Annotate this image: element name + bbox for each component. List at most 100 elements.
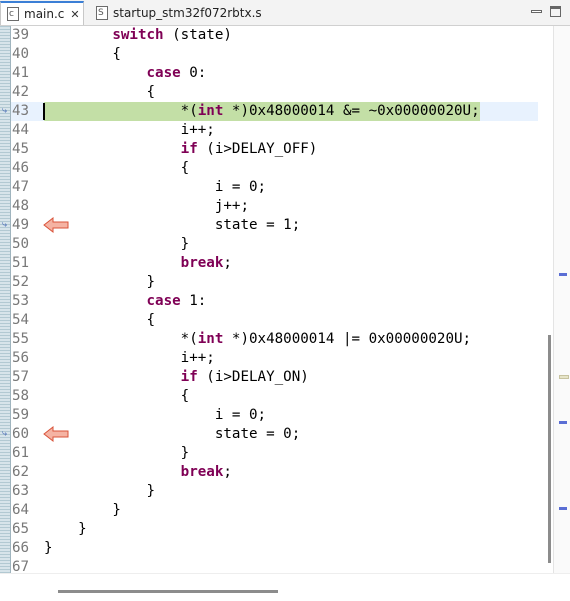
assembly-file-icon: S bbox=[96, 6, 108, 20]
code-text: } bbox=[44, 274, 156, 290]
code-text: state = 1; bbox=[44, 217, 301, 233]
code-line[interactable]: 50 } bbox=[11, 235, 538, 254]
code-line[interactable]: 61 } bbox=[11, 444, 538, 463]
code-line[interactable]: 54 { bbox=[11, 311, 538, 330]
code-text: i++; bbox=[44, 122, 215, 138]
line-number: 59 bbox=[12, 407, 30, 423]
code-text: { bbox=[44, 84, 156, 100]
line-number: 54 bbox=[12, 312, 30, 328]
code-line[interactable]: 55 *(int *)0x48000014 |= 0x00000020U; bbox=[11, 330, 538, 349]
line-number: 61 bbox=[12, 445, 30, 461]
code-line[interactable]: 65 } bbox=[11, 520, 538, 539]
line-number: 60 bbox=[12, 426, 30, 442]
code-text: break; bbox=[180, 255, 232, 271]
line-number: 47 bbox=[12, 179, 30, 195]
annotation-ruler[interactable]: ⤷ ⤷ ⤷ bbox=[0, 26, 11, 573]
line-number: 48 bbox=[12, 198, 30, 214]
line-number: 49 bbox=[12, 217, 30, 233]
code-text: { bbox=[44, 388, 190, 404]
code-line[interactable]: 52 } bbox=[11, 273, 538, 292]
code-line[interactable]: 66} bbox=[11, 539, 538, 558]
code-text: case 1: bbox=[146, 293, 207, 309]
code-text: } bbox=[44, 445, 190, 461]
code-line[interactable]: 60 state = 0; bbox=[11, 425, 538, 444]
code-text: i = 0; bbox=[44, 179, 267, 195]
code-line[interactable]: 43 *(int *)0x48000014 &= ~0x00000020U; bbox=[11, 102, 538, 121]
breakpoint-arrow-icon[interactable] bbox=[43, 217, 69, 233]
current-line-marker-icon[interactable]: ⤷ bbox=[2, 107, 9, 116]
horizontal-scrollbar[interactable] bbox=[0, 573, 570, 601]
editor-tab-bar: c main.c ✕ S startup_stm32f072rbtx.s bbox=[0, 0, 570, 26]
code-text: i = 0; bbox=[44, 407, 267, 423]
code-text: } bbox=[44, 540, 53, 556]
code-line[interactable]: 64 } bbox=[11, 501, 538, 520]
code-text: if (i>DELAY_ON) bbox=[180, 369, 309, 385]
code-line[interactable]: 57 if (i>DELAY_ON) bbox=[11, 368, 538, 387]
tab-label: main.c bbox=[24, 7, 65, 21]
line-number: 62 bbox=[12, 464, 30, 480]
line-number: 45 bbox=[12, 141, 30, 157]
line-number: 57 bbox=[12, 369, 30, 385]
code-text: if (i>DELAY_OFF) bbox=[180, 141, 318, 157]
code-text: } bbox=[44, 521, 87, 537]
bookmark-marker-icon[interactable]: ⤷ bbox=[2, 221, 9, 230]
code-line[interactable]: 51 break; bbox=[11, 254, 538, 273]
tab-main-c[interactable]: c main.c ✕ bbox=[0, 1, 84, 25]
line-number: 50 bbox=[12, 236, 30, 252]
code-text: { bbox=[44, 160, 190, 176]
line-number: 64 bbox=[12, 502, 30, 518]
code-line[interactable]: 44 i++; bbox=[11, 121, 538, 140]
code-line[interactable]: 41 case 0: bbox=[11, 64, 538, 83]
code-line[interactable]: 40 { bbox=[11, 45, 538, 64]
code-line[interactable]: 53 case 1: bbox=[11, 292, 538, 311]
code-text: } bbox=[44, 502, 121, 518]
code-line[interactable]: 62 break; bbox=[11, 463, 538, 482]
line-number: 63 bbox=[12, 483, 30, 499]
overview-mark[interactable] bbox=[559, 273, 567, 276]
line-number: 56 bbox=[12, 350, 30, 366]
code-text: break; bbox=[180, 464, 232, 480]
overview-ruler[interactable] bbox=[553, 26, 570, 573]
code-line[interactable]: 58 { bbox=[11, 387, 538, 406]
maximize-icon[interactable] bbox=[550, 6, 561, 17]
line-number: 66 bbox=[12, 540, 30, 556]
bookmark-marker-icon[interactable]: ⤷ bbox=[2, 430, 9, 439]
line-number: 39 bbox=[12, 27, 30, 43]
vertical-scrollbar-thumb[interactable] bbox=[548, 335, 551, 563]
overview-mark[interactable] bbox=[559, 507, 567, 510]
code-text: } bbox=[44, 483, 156, 499]
close-icon[interactable]: ✕ bbox=[70, 8, 79, 21]
code-line[interactable]: 59 i = 0; bbox=[11, 406, 538, 425]
overview-mark[interactable] bbox=[559, 375, 569, 379]
code-text: { bbox=[44, 46, 121, 62]
code-line[interactable]: 48 j++; bbox=[11, 197, 538, 216]
code-text: } bbox=[44, 236, 190, 252]
horizontal-scrollbar-thumb[interactable] bbox=[58, 590, 278, 593]
line-number: 58 bbox=[12, 388, 30, 404]
line-number: 51 bbox=[12, 255, 30, 271]
code-text: switch (state) bbox=[112, 27, 232, 43]
line-number: 42 bbox=[12, 84, 30, 100]
tab-startup-s[interactable]: S startup_stm32f072rbtx.s bbox=[90, 2, 262, 24]
code-line[interactable]: 63 } bbox=[11, 482, 538, 501]
code-line[interactable]: 56 i++; bbox=[11, 349, 538, 368]
minimize-icon[interactable] bbox=[531, 10, 542, 13]
overview-mark[interactable] bbox=[559, 421, 567, 424]
code-text: case 0: bbox=[146, 65, 207, 81]
line-number: 43 bbox=[12, 103, 30, 119]
line-number: 55 bbox=[12, 331, 30, 347]
code-line[interactable]: 46 { bbox=[11, 159, 538, 178]
code-text: j++; bbox=[44, 198, 249, 214]
line-number: 44 bbox=[12, 122, 30, 138]
code-line[interactable]: 47 i = 0; bbox=[11, 178, 538, 197]
code-line[interactable]: 42 { bbox=[11, 83, 538, 102]
code-line[interactable]: 39 switch (state) bbox=[11, 26, 538, 45]
line-number: 41 bbox=[12, 65, 30, 81]
code-line[interactable]: 45 if (i>DELAY_OFF) bbox=[11, 140, 538, 159]
code-text: { bbox=[44, 312, 156, 328]
text-cursor bbox=[43, 103, 45, 120]
tab-label: startup_stm32f072rbtx.s bbox=[113, 6, 262, 20]
code-text: state = 0; bbox=[44, 426, 301, 442]
code-line[interactable]: 49 state = 1; bbox=[11, 216, 538, 235]
breakpoint-arrow-icon[interactable] bbox=[43, 426, 69, 442]
